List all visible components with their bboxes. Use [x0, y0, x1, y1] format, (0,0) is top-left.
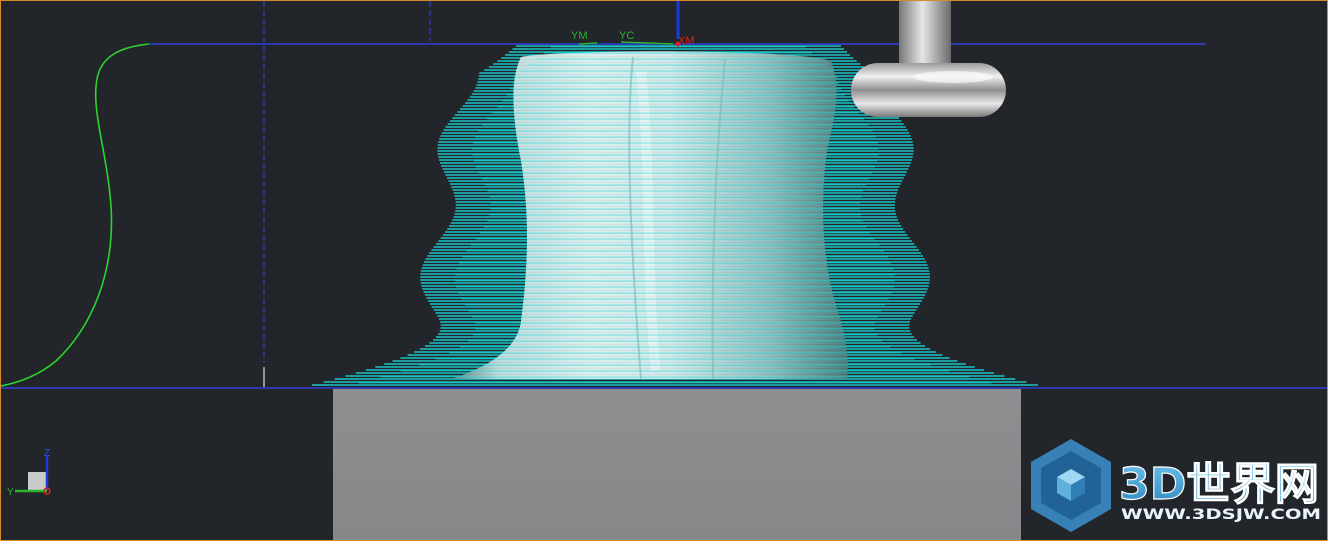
yc-label: YC: [619, 30, 634, 42]
view-triad[interactable]: Z Y: [7, 448, 51, 498]
triad-z-label: Z: [44, 448, 50, 459]
ym-axis-arrow: [578, 42, 598, 45]
wcs-marker[interactable]: YM YC XM: [571, 1, 695, 47]
watermark-title: 3D世界网: [1119, 459, 1319, 510]
drive-profile-curve[interactable]: [1, 43, 150, 387]
tool-torus-body: [851, 63, 1006, 117]
triad-y-label: Y: [7, 487, 14, 498]
graphics-viewport[interactable]: YM YC XM Z Y 3D世界网 WWW.3DSJW.COM: [0, 0, 1328, 541]
cutting-tool[interactable]: [851, 1, 1006, 117]
ym-label: YM: [571, 30, 588, 42]
triad-cube: [28, 472, 46, 490]
watermark: 3D世界网 WWW.3DSJW.COM: [1031, 439, 1321, 532]
tool-shank: [899, 1, 951, 67]
cam-scene[interactable]: YM YC XM Z Y 3D世界网 WWW.3DSJW.COM: [1, 1, 1328, 541]
watermark-url: WWW.3DSJW.COM: [1121, 507, 1321, 523]
xm-label: XM: [678, 35, 695, 47]
tool-torus-highlight: [913, 71, 993, 83]
stock-block[interactable]: [333, 389, 1021, 541]
cube-hexagon-logo-icon: [1031, 439, 1111, 532]
